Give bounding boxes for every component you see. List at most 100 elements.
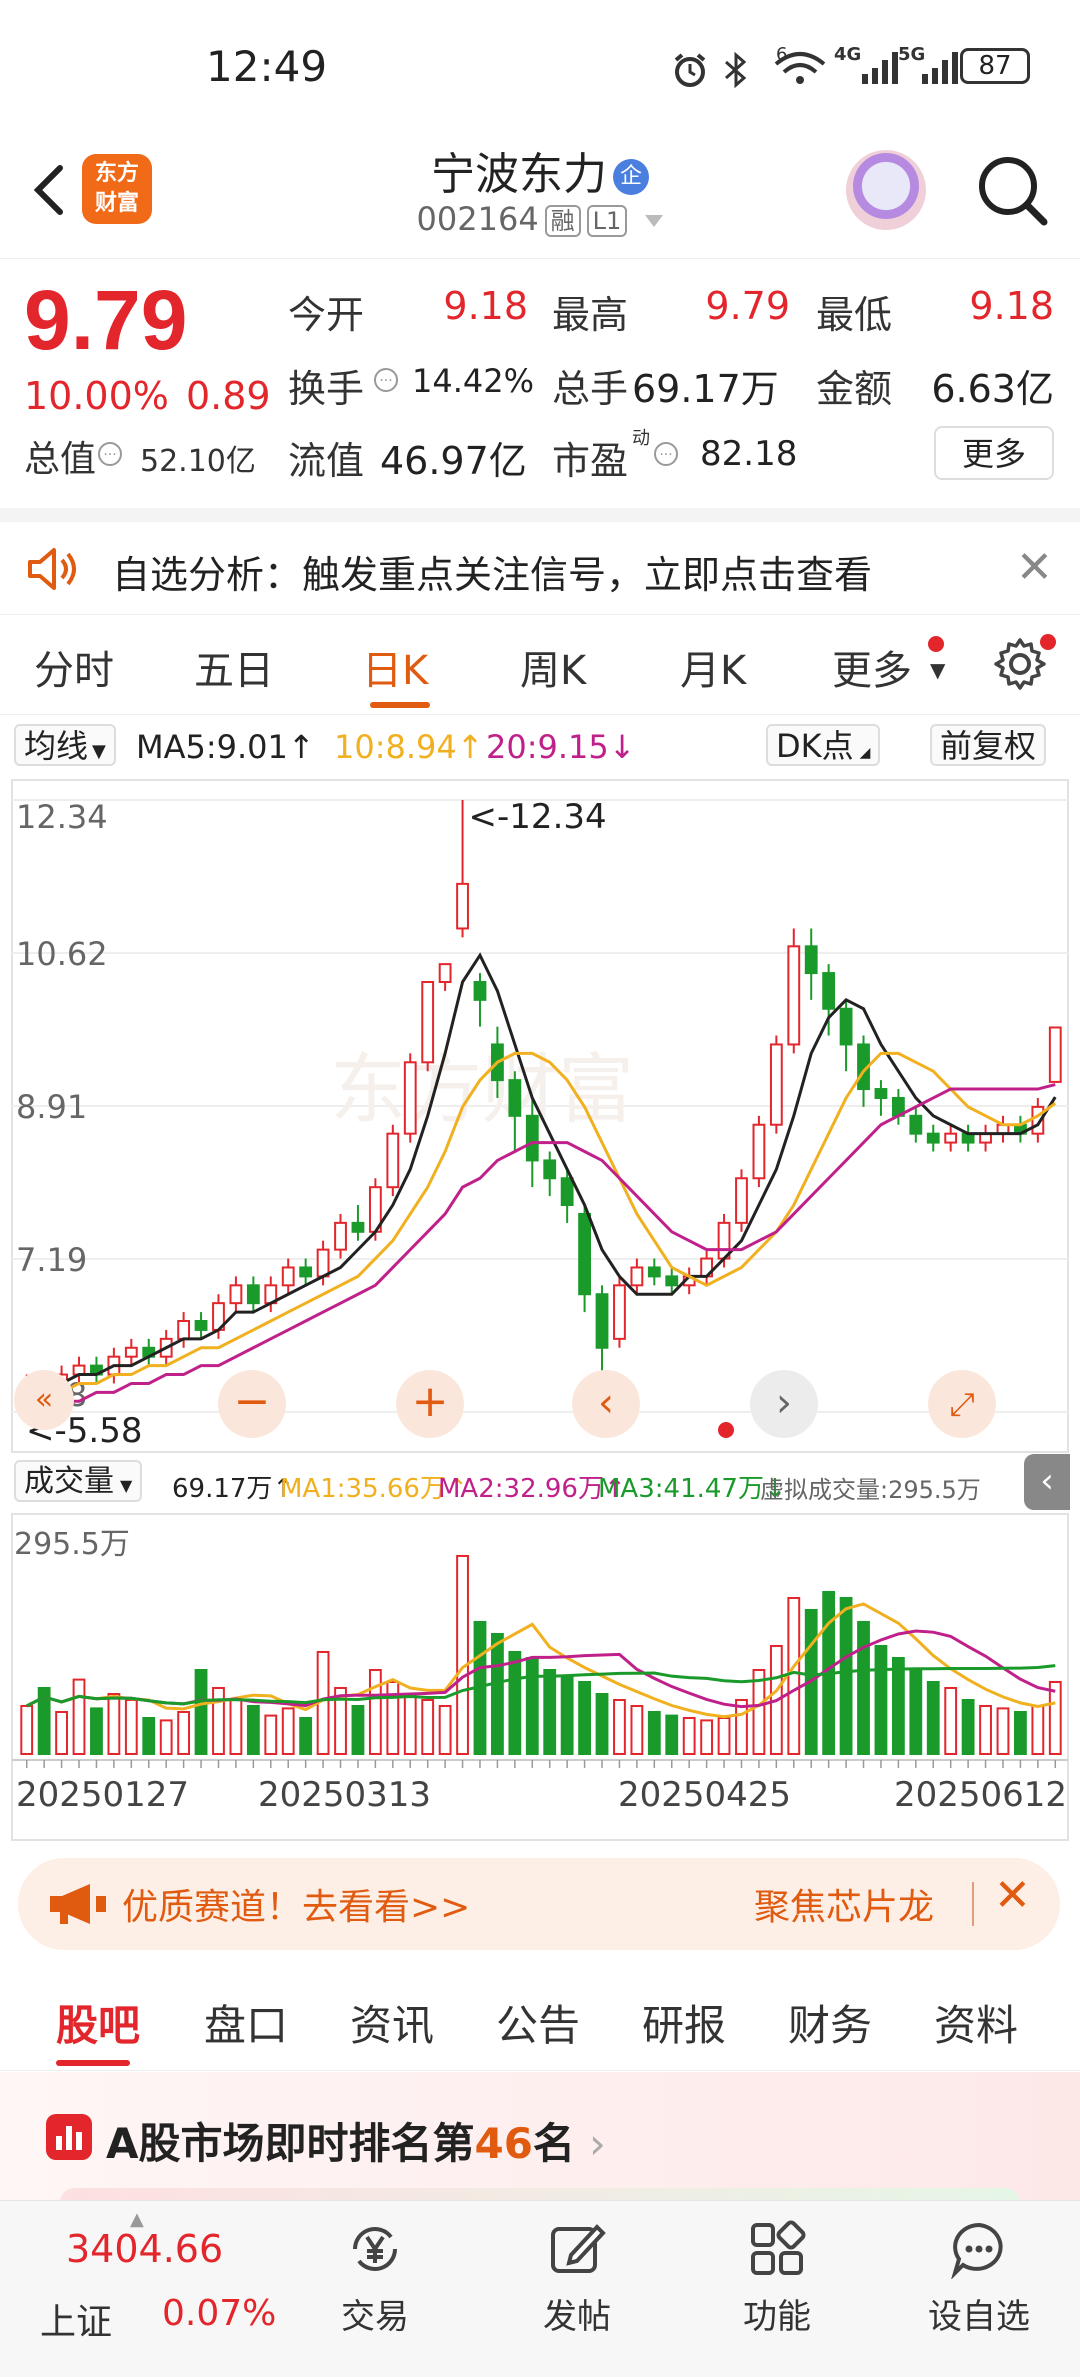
dk-point-button[interactable]: DK点 ◢ [766,724,881,766]
max-price-marker: <-12.34 [469,797,607,837]
price-tick-label: 12.34 [16,798,108,836]
candle-body [630,1266,644,1287]
info-icon[interactable]: ··· [374,368,398,392]
rewind-button[interactable]: « [14,1370,74,1430]
tab-five-day[interactable]: 五日 [194,638,274,696]
market-ranking[interactable]: A股市场即时排名第46名 › [0,2072,1080,2202]
tab-weekly-k[interactable]: 周K [520,638,586,696]
content-tabs: 股吧 盘口 资讯 公告 研报 财务 资料 [0,1966,1080,2071]
wifi-tag: 6 [776,44,788,65]
close-icon[interactable]: ✕ [994,1870,1031,1921]
volume-bar [525,1656,539,1755]
tab-more[interactable]: 更多 [832,638,912,696]
nav-function-label: 功能 [743,2297,811,2337]
chevron-right-icon: › [588,2119,606,2168]
status-bar: 12:49 6 4G 5G 87 [0,0,1080,130]
amount-value: 6.63亿 [931,367,1054,411]
volume-chart: 295.5万 20250127 20250313 20250425 20250612 [11,1513,1069,1841]
close-icon[interactable]: ✕ [1016,542,1053,593]
kline-chart[interactable]: 东方财富 12.3410.628.917.195.48 <-12.34<-5.5… [0,776,1080,1454]
volume-bar [752,1668,766,1756]
battery-icon: 87 [960,48,1030,84]
candle-body [647,1266,661,1278]
tab-monthly-k[interactable]: 月K [680,638,746,696]
banner-divider [972,1882,974,1926]
volume-bar [229,1698,243,1755]
high-value: 9.79 [705,284,790,328]
candle-body [177,1320,191,1340]
candle-body [543,1159,557,1180]
candle-body [735,1177,748,1224]
zoom-out-button[interactable]: − [218,1370,286,1438]
date-label: 20250127 [16,1775,189,1815]
tab-announcements[interactable]: 公告 [496,1992,580,2053]
tab-daily-k[interactable]: 日K [362,638,428,696]
chevron-down-icon: ▼ [120,1476,133,1495]
tab-intraday[interactable]: 分时 [34,638,114,696]
candle-body [769,1043,783,1126]
prev-button[interactable]: ‹ [572,1370,640,1438]
candle-body [874,1088,888,1099]
volume-selector[interactable]: 成交量 ▼ [14,1460,143,1502]
info-icon[interactable]: ··· [654,442,678,466]
candle-body [316,1248,330,1278]
assistant-robot-icon[interactable] [846,150,926,230]
margin-tag: 融 [544,205,581,237]
volume-bar [909,1668,923,1756]
volume-value: 69.17万 [632,367,779,411]
volume-bar [717,1716,731,1756]
analysis-alert[interactable]: 自选分析：触发重点关注信号，立即点击查看 ✕ [0,522,1080,615]
info-icon[interactable]: ··· [98,442,122,466]
price-tick-label: 10.62 [16,935,108,973]
volume-bar [665,1714,679,1755]
promo-banner[interactable]: 优质赛道！去看看>> 聚焦芯片龙 ✕ [18,1858,1060,1950]
speaker-icon [28,548,76,590]
tab-news[interactable]: 资讯 [350,1992,434,2053]
candle-body [595,1293,609,1349]
candle-body [909,1114,923,1135]
tab-handicap[interactable]: 盘口 [204,1992,288,2053]
chart-tabs: 分时 五日 日K 周K 月K 更多 ▼ [0,614,1080,715]
zoom-in-button[interactable]: + [396,1370,464,1438]
active-tab-indicator [370,702,430,708]
volume-bar [20,1704,34,1755]
more-button[interactable]: 更多 [934,426,1054,480]
quote-panel: 9.79 10.00% 0.89 总值 ··· 52.10亿 今开 9.18 最… [0,258,1080,522]
volume-bar [386,1680,400,1755]
fullscreen-button[interactable]: ⤢ [928,1370,996,1438]
tab-finance[interactable]: 财务 [788,1992,872,2053]
nav-function[interactable]: 功能 [702,2219,852,2338]
candle-body [194,1320,208,1331]
volume-bar [438,1704,452,1755]
stock-name: 宁波东力 [431,149,607,200]
nav-add-watchlist[interactable]: 设自选 [904,2219,1054,2338]
megaphone-icon [50,1884,106,1924]
current-position-dot [718,1422,734,1438]
tab-profile[interactable]: 资料 [934,1992,1018,2053]
pe-value: 82.18 [700,434,798,474]
candle-body [665,1275,679,1287]
collapse-panel-button[interactable]: ‹ [1024,1454,1070,1510]
tab-research[interactable]: 研报 [642,1992,726,2053]
tab-guba[interactable]: 股吧 [56,1992,140,2053]
volume-bar [839,1596,853,1755]
corner-triangle-icon: ◢ [859,745,871,761]
change-percent: 10.00% [24,374,169,418]
signal-4g-icon [862,52,898,84]
adjust-button[interactable]: 前复权 [930,724,1047,766]
search-icon[interactable] [970,148,1054,232]
open-value: 9.18 [443,284,528,328]
next-button[interactable]: › [750,1370,818,1438]
banner-left-text: 优质赛道！去看看>> [122,1887,471,1928]
candle-body [386,1132,400,1189]
amount-label: 金额 [816,367,893,411]
date-label: 20250612 [894,1775,1067,1815]
candle-body [804,945,818,975]
index-value[interactable]: 3404.66 [66,2227,223,2271]
virtual-volume: 虚拟成交量:295.5万 [760,1476,981,1504]
nav-post[interactable]: 发帖 [502,2219,652,2338]
nav-trade[interactable]: 交易 [300,2219,450,2338]
ma-selector[interactable]: 均线 ▼ [14,724,116,766]
net1-tag: 4G [834,44,862,65]
volume-bar [647,1710,661,1756]
